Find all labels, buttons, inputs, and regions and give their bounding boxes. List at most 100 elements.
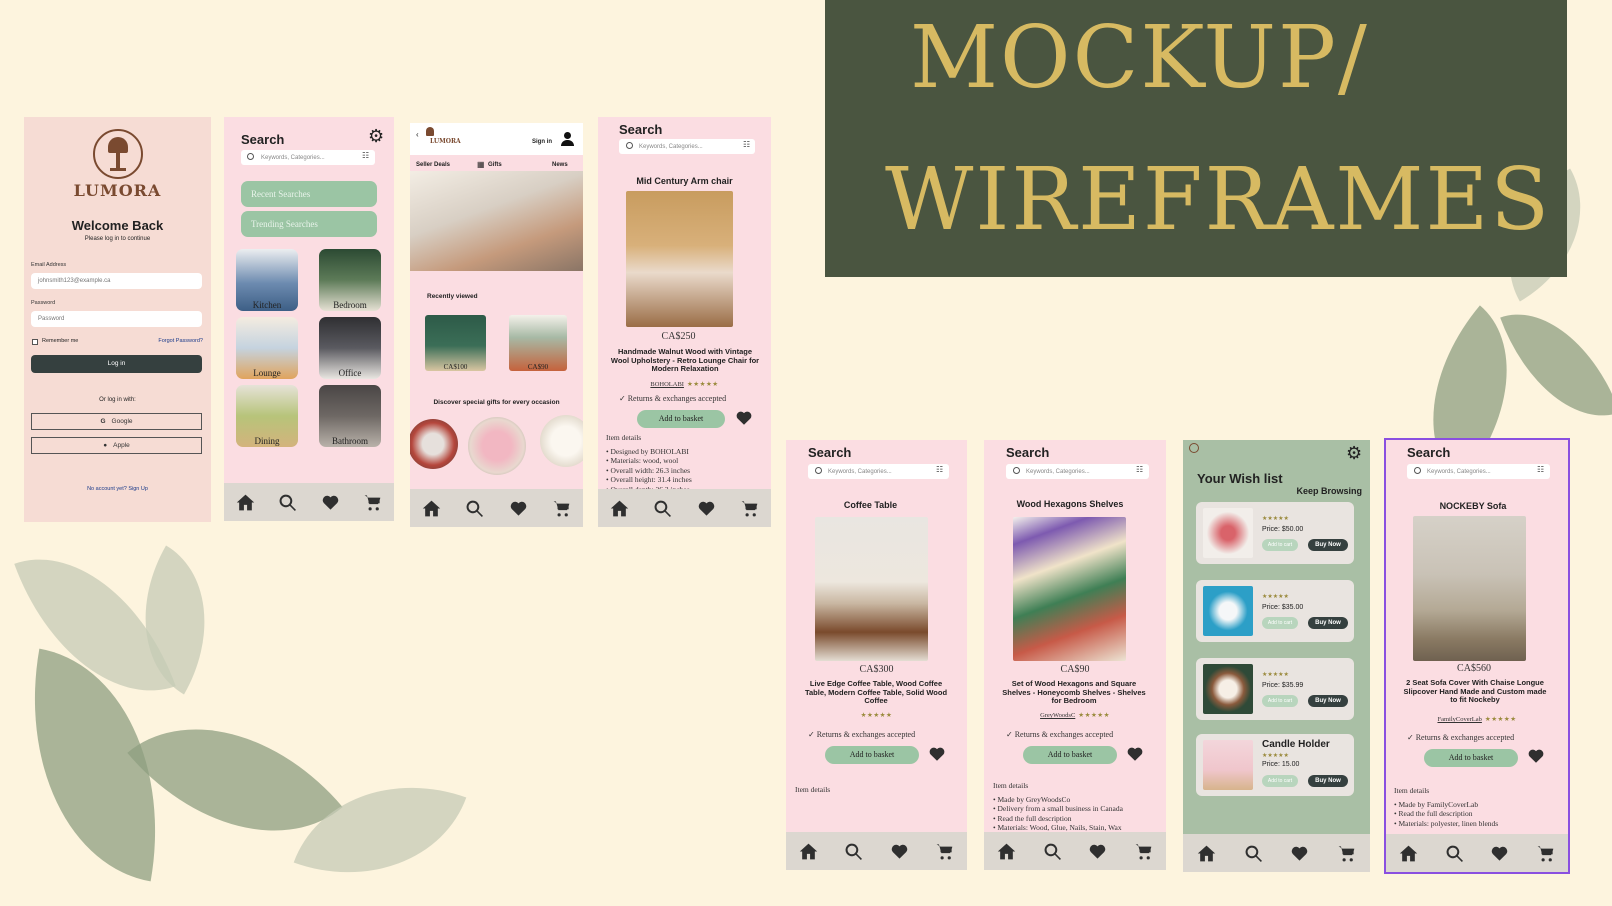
category-tile-bathroom[interactable]: Bathroom [319,385,381,447]
back-icon[interactable]: ‹ [416,130,419,139]
favorite-heart-icon[interactable] [1126,745,1144,763]
cart-icon[interactable] [740,499,759,518]
heart-icon[interactable] [1290,844,1309,863]
home-icon[interactable] [236,493,255,512]
add-to-cart-button[interactable]: Add to cart [1262,775,1298,787]
filter-icon[interactable]: ☷ [1537,465,1544,474]
product-image[interactable] [626,191,733,327]
search-icon[interactable] [653,499,672,518]
heart-icon[interactable] [890,842,909,861]
email-field[interactable]: johnsmith123@example.ca [31,273,202,289]
keep-browsing-link[interactable]: Keep Browsing [1296,486,1362,496]
home-icon[interactable] [997,842,1016,861]
wishlist-item-image[interactable] [1203,508,1253,558]
home-icon[interactable] [1399,844,1418,863]
settings-gear-icon[interactable]: ⚙ [368,126,384,147]
buy-now-button[interactable]: Buy Now [1308,695,1348,707]
remember-checkbox[interactable] [32,339,38,345]
signup-link[interactable]: No account yet? Sign Up [24,486,211,492]
search-input[interactable]: Keywords, Categories... [1006,464,1149,479]
gift-circle[interactable] [468,417,526,475]
search-icon[interactable] [1445,844,1464,863]
heart-icon[interactable] [697,499,716,518]
filter-icon[interactable]: ☷ [1136,465,1143,474]
wishlist-item-price: Price: $35.00 [1262,604,1304,611]
add-to-basket-button[interactable]: Add to basket [1424,749,1518,767]
home-icon[interactable] [799,842,818,861]
settings-gear-icon[interactable]: ⚙ [1346,443,1362,464]
wishlist-item-image[interactable] [1203,664,1253,714]
add-to-cart-button[interactable]: Add to cart [1262,695,1298,707]
add-to-basket-button[interactable]: Add to basket [1023,746,1117,764]
buy-now-button[interactable]: Buy Now [1308,775,1348,787]
cart-icon[interactable] [1337,844,1356,863]
login-button[interactable]: Log in [31,355,202,373]
cart-icon[interactable] [935,842,954,861]
category-tile-dining[interactable]: Dining [236,385,298,447]
apple-login-button[interactable]: ● Apple [31,437,202,454]
cart-icon[interactable] [552,499,571,518]
heart-icon[interactable] [1088,842,1107,861]
category-tile-office[interactable]: Office [319,317,381,379]
search-title: Search [808,445,852,460]
product-image[interactable] [815,517,928,661]
wishlist-item-image[interactable] [1203,586,1253,636]
wishlist-item-image[interactable] [1203,740,1253,790]
forgot-password-link[interactable]: Forgot Password? [158,338,203,344]
sign-in-link[interactable]: Sign in [532,139,552,145]
home-icon[interactable] [422,499,441,518]
cart-icon[interactable] [1134,842,1153,861]
search-icon[interactable] [844,842,863,861]
recent-searches-pill[interactable]: Recent Searches [241,181,377,207]
search-input[interactable]: Keywords, Categories... [619,139,755,154]
user-icon[interactable] [560,132,574,146]
password-field[interactable]: Password [31,311,202,327]
rating-stars: ★★★★★ [1262,594,1289,600]
seller-link[interactable]: BOHOLABI [650,381,684,388]
hero-image[interactable] [410,171,583,271]
search-input[interactable]: Keywords, Categories... [241,150,375,165]
favorite-heart-icon[interactable] [735,409,753,427]
search-input[interactable]: Keywords, Categories... [1407,464,1550,479]
search-icon[interactable] [465,499,484,518]
search-icon[interactable] [1043,842,1062,861]
home-tab-news[interactable]: News [552,162,568,168]
seller-link[interactable]: FamilyCoverLab [1437,716,1481,723]
filter-icon[interactable]: ☷ [362,151,369,160]
search-input[interactable]: Keywords, Categories... [808,464,949,479]
buy-now-button[interactable]: Buy Now [1308,539,1348,551]
welcome-heading: Welcome Back [71,218,164,233]
heart-icon[interactable] [509,499,528,518]
seller-link[interactable]: GreyWoodsC [1040,712,1075,719]
favorite-heart-icon[interactable] [928,745,946,763]
heart-icon[interactable] [1490,844,1509,863]
google-login-button[interactable]: G Google [31,413,202,430]
cart-icon[interactable] [1536,844,1555,863]
buy-now-button[interactable]: Buy Now [1308,617,1348,629]
home-tab-gifts[interactable]: Gifts [488,162,502,168]
product-image[interactable] [1013,517,1126,661]
add-to-cart-button[interactable]: Add to cart [1262,539,1298,551]
product-price: CA$90 [1060,664,1090,675]
category-tile-kitchen[interactable]: Kitchen [236,249,298,311]
heart-icon[interactable] [321,493,340,512]
search-icon[interactable] [278,493,297,512]
cart-icon[interactable] [363,493,382,512]
gift-circle[interactable] [540,415,583,467]
home-icon[interactable] [1197,844,1216,863]
add-to-basket-button[interactable]: Add to basket [637,410,725,428]
filter-icon[interactable]: ☷ [743,140,750,149]
category-tile-bedroom[interactable]: Bedroom [319,249,381,311]
category-tile-lounge[interactable]: Lounge [236,317,298,379]
search-icon[interactable] [1244,844,1263,863]
trending-searches-pill[interactable]: Trending Searches [241,211,377,237]
product-image[interactable] [1413,516,1526,661]
filter-icon[interactable]: ☷ [936,465,943,474]
add-to-basket-button[interactable]: Add to basket [825,746,919,764]
home-tab-seller-deals[interactable]: Seller Deals [416,162,450,168]
gift-circle[interactable] [410,419,458,469]
home-icon[interactable] [610,499,629,518]
add-to-cart-button[interactable]: Add to cart [1262,617,1298,629]
product-price: CA$300 [859,664,894,675]
favorite-heart-icon[interactable] [1527,747,1545,765]
